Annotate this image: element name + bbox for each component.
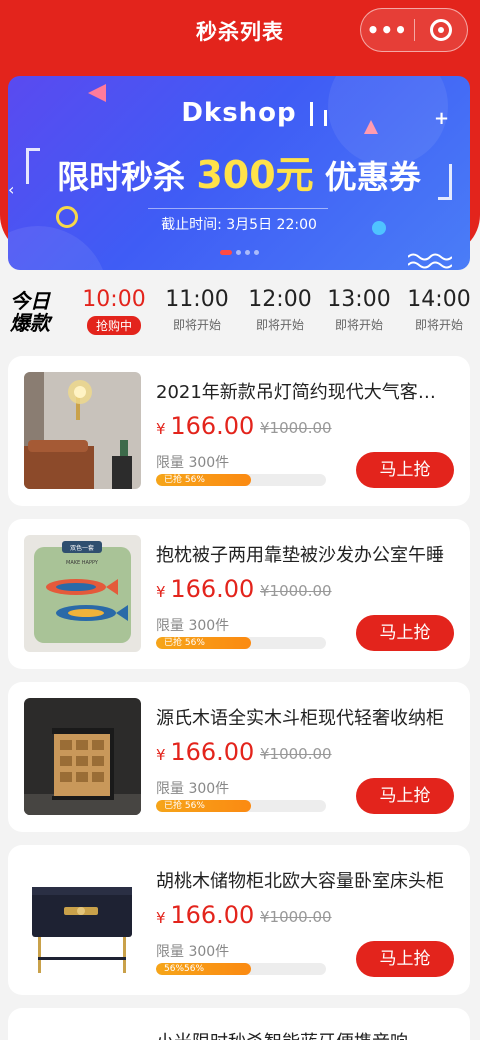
pillow-print-text: MAKE HAPPY [66, 560, 99, 566]
carousel-dots [8, 250, 470, 255]
banner-brand: Dkshop [181, 98, 297, 128]
time-slot-1300[interactable]: 13:00 即将开始 [323, 286, 395, 333]
slot-status: 即将开始 [414, 318, 463, 332]
currency-symbol: ¥ [156, 583, 166, 601]
slot-status: 即将开始 [334, 318, 383, 332]
slot-time: 13:00 [327, 287, 391, 312]
hot-label: 爆款 [10, 311, 50, 335]
stock-limit: 限量 300件 [156, 944, 230, 960]
close-target-icon[interactable] [415, 19, 468, 41]
slot-time: 11:00 [165, 287, 229, 312]
time-slot-bar: 今日 爆款 10:00 抢购中 11:00 即将开始 12:00 即将开始 13… [0, 282, 480, 344]
currency-symbol: ¥ [156, 909, 166, 927]
product-name: 胡桃木储物柜北欧大容量卧室床头柜 [156, 871, 444, 892]
stock-limit: 限量 300件 [156, 618, 230, 634]
time-slot-1200[interactable]: 12:00 即将开始 [244, 286, 316, 333]
time-slot-1400[interactable]: 14:00 即将开始 [403, 286, 475, 333]
price-value: 166.00 [170, 412, 255, 440]
carousel-dot[interactable] [244, 250, 250, 255]
price-value: 166.00 [170, 738, 255, 766]
chevron-left-icon[interactable]: ‹ [8, 180, 14, 199]
product-card[interactable]: 2021年新款吊灯简约现代大气客厅灯 ¥ 166.00 ¥1000.00 限量 … [8, 356, 470, 506]
progress-text: 已抢 56% [164, 638, 205, 648]
more-dots-icon[interactable]: ••• [361, 8, 414, 52]
banner-deadline: 截止时间: 3月5日 22:00 [161, 217, 317, 233]
stock-limit: 限量 300件 [156, 781, 230, 797]
product-name: 抱枕被子两用靠垫被沙发办公室午睡 [156, 545, 444, 566]
promo-banner[interactable]: + Dkshop 限时秒杀 300元 优惠券 截止时间: 3月5日 22:00 … [8, 76, 470, 270]
buy-now-button[interactable]: 马上抢 [356, 778, 454, 814]
product-price: ¥ 166.00 [156, 412, 254, 440]
slot-time: 14:00 [407, 287, 471, 312]
carousel-dot-active[interactable] [219, 250, 232, 255]
progress-text: 已抢 56% [164, 475, 205, 485]
product-price: ¥ 166.00 [156, 575, 254, 603]
sold-progress-bar: 已抢 56% [156, 800, 326, 812]
product-name: 源氏木语全实木斗柜现代轻奢收纳柜 [156, 708, 444, 729]
carousel-dot[interactable] [253, 250, 259, 255]
time-slot-1000[interactable]: 10:00 抢购中 [78, 286, 150, 335]
price-value: 166.00 [170, 575, 255, 603]
mini-program-capsule: ••• [360, 8, 468, 52]
sold-progress-bar: 已抢 56% [156, 474, 326, 486]
product-name: 小米限时秒杀智能蓝牙便携音响 [156, 1028, 408, 1040]
slot-time: 10:00 [82, 287, 146, 312]
progress-text: 56%56% [164, 964, 205, 974]
original-price: ¥1000.00 [260, 745, 332, 763]
product-name: 2021年新款吊灯简约现代大气客厅灯 [156, 382, 446, 403]
product-image-nightstand[interactable] [24, 861, 141, 978]
sold-progress-bar: 已抢 56% [156, 637, 326, 649]
banner-deco-bar [310, 102, 313, 126]
sold-progress-bar: 56%56% [156, 963, 326, 975]
pillow-tag-text: 双色一套 [70, 544, 94, 552]
banner-promo: 限时秒杀 300元 优惠券 [8, 144, 470, 199]
promo-prefix: 限时秒杀 [57, 158, 186, 196]
product-card[interactable]: 双色一套 MAKE HAPPY 抱枕被子两用靠垫被沙发办公室午睡 ¥ 166.0… [8, 519, 470, 669]
slot-status: 抢购中 [86, 316, 141, 335]
stock-limit: 限量 300件 [156, 455, 230, 471]
slot-status: 即将开始 [172, 318, 221, 332]
product-price: ¥ 166.00 [156, 901, 254, 929]
buy-now-button[interactable]: 马上抢 [356, 941, 454, 977]
product-card[interactable]: 胡桃木储物柜北欧大容量卧室床头柜 ¥ 166.00 ¥1000.00 限量 30… [8, 845, 470, 995]
product-card[interactable]: 源氏木语全实木斗柜现代轻奢收纳柜 ¥ 166.00 ¥1000.00 限量 30… [8, 682, 470, 832]
today-label: 今日 [10, 289, 50, 313]
carousel-dot[interactable] [235, 250, 241, 255]
currency-symbol: ¥ [156, 746, 166, 764]
progress-text: 已抢 56% [164, 801, 205, 811]
product-image-cabinet[interactable] [24, 698, 141, 815]
banner-deco-bar [324, 110, 327, 126]
product-price: ¥ 166.00 [156, 738, 254, 766]
original-price: ¥1000.00 [260, 582, 332, 600]
today-hot-logo: 今日 爆款 [10, 290, 64, 334]
product-image-pillow[interactable]: 双色一套 MAKE HAPPY [24, 535, 141, 652]
deadline-divider [148, 208, 328, 209]
currency-symbol: ¥ [156, 420, 166, 438]
slot-status: 即将开始 [255, 318, 304, 332]
promo-amount: 300元 [196, 153, 314, 197]
buy-now-button[interactable]: 马上抢 [356, 615, 454, 651]
buy-now-button[interactable]: 马上抢 [356, 452, 454, 488]
product-card-partial[interactable]: 小米限时秒杀智能蓝牙便携音响 [8, 1008, 470, 1040]
slot-time: 12:00 [248, 287, 312, 312]
promo-suffix: 优惠券 [324, 158, 421, 196]
product-image-lamp[interactable] [24, 372, 141, 489]
original-price: ¥1000.00 [260, 908, 332, 926]
original-price: ¥1000.00 [260, 419, 332, 437]
price-value: 166.00 [170, 901, 255, 929]
time-slot-1100[interactable]: 11:00 即将开始 [161, 286, 233, 333]
